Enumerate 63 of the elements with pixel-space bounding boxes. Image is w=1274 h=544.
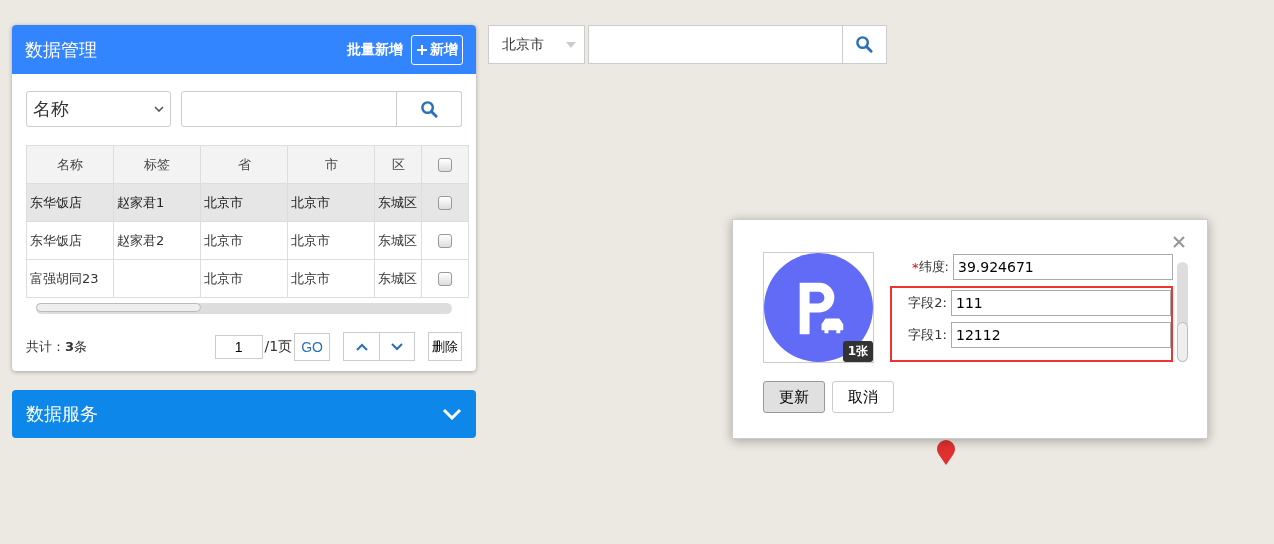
field-select[interactable]: 名称 (26, 91, 171, 127)
column-header: 区 (374, 145, 422, 184)
popup-button[interactable]: 取消 (832, 381, 894, 413)
plus-icon (416, 43, 428, 56)
parking-icon (764, 253, 873, 362)
page-input[interactable]: 1 (214, 334, 263, 359)
column-header: 省 (200, 145, 288, 184)
chevron-up-icon (355, 342, 368, 351)
search-field[interactable] (181, 91, 397, 127)
delete-button[interactable]: 删除 (428, 332, 462, 361)
city-select[interactable]: 北京市 (488, 25, 585, 64)
table-cell: 北京市 (204, 232, 243, 248)
horizontal-scrollbar[interactable] (36, 303, 452, 314)
table-cell: 东城区 (378, 270, 417, 286)
vertical-scrollbar[interactable] (1177, 262, 1188, 362)
search-button[interactable] (397, 91, 462, 127)
page-total: /1页 (264, 337, 293, 356)
popup-button[interactable]: 更新 (763, 381, 825, 413)
table-cell: 东城区 (378, 194, 417, 210)
go-button[interactable]: GO (294, 332, 330, 361)
table-cell: 赵家君1 (117, 194, 165, 210)
table-cell: 富强胡同23 (30, 270, 99, 286)
service-panel-header[interactable]: 数据服务 (12, 390, 476, 438)
add-button[interactable]: 新增 (411, 34, 463, 65)
caret-icon (154, 106, 164, 112)
text-field[interactable]: 12112 (951, 322, 1171, 348)
close-icon[interactable] (1173, 236, 1185, 248)
column-header: 名称 (26, 145, 114, 184)
place-search-field[interactable] (588, 25, 843, 64)
image-thumbnail[interactable]: 1张 (763, 252, 874, 363)
row-checkbox[interactable] (438, 272, 452, 287)
total-count: 共计：3条 (26, 337, 88, 356)
service-panel-title: 数据服务 (26, 402, 98, 426)
field-label: 字段2: (908, 294, 947, 312)
table-cell: 北京市 (204, 194, 243, 210)
select-all-checkbox[interactable] (438, 158, 452, 173)
field-label: 纬度: (918, 258, 949, 276)
row-checkbox[interactable] (438, 234, 452, 249)
table-cell: 东城区 (378, 232, 417, 248)
chevron-down-icon (391, 342, 403, 351)
column-header: 标签 (113, 145, 201, 184)
search-icon (855, 35, 874, 54)
text-field[interactable]: 39.924671 (953, 254, 1173, 280)
table-cell: 北京市 (291, 232, 330, 248)
row-checkbox[interactable] (438, 196, 452, 211)
table-cell: 东华饭店 (30, 232, 82, 248)
table-cell: 北京市 (291, 194, 330, 210)
required-mark: * (912, 259, 919, 275)
text-field[interactable]: 111 (951, 290, 1171, 316)
table-cell: 赵家君2 (117, 232, 165, 248)
map-marker-icon[interactable] (936, 440, 956, 466)
chevron-down-icon[interactable] (442, 408, 462, 420)
table-cell: 北京市 (291, 270, 330, 286)
batch-add-link[interactable]: 批量新增 (347, 40, 403, 59)
search-button[interactable] (843, 25, 887, 64)
column-header: 市 (287, 145, 375, 184)
table-cell: 北京市 (204, 270, 243, 286)
image-count-badge: 1张 (842, 341, 873, 362)
caret-icon (566, 41, 576, 48)
table-cell: 东华饭店 (30, 194, 82, 210)
field-label: 字段1: (908, 326, 947, 344)
panel-title: 数据管理 (25, 37, 97, 62)
search-icon (419, 99, 439, 119)
